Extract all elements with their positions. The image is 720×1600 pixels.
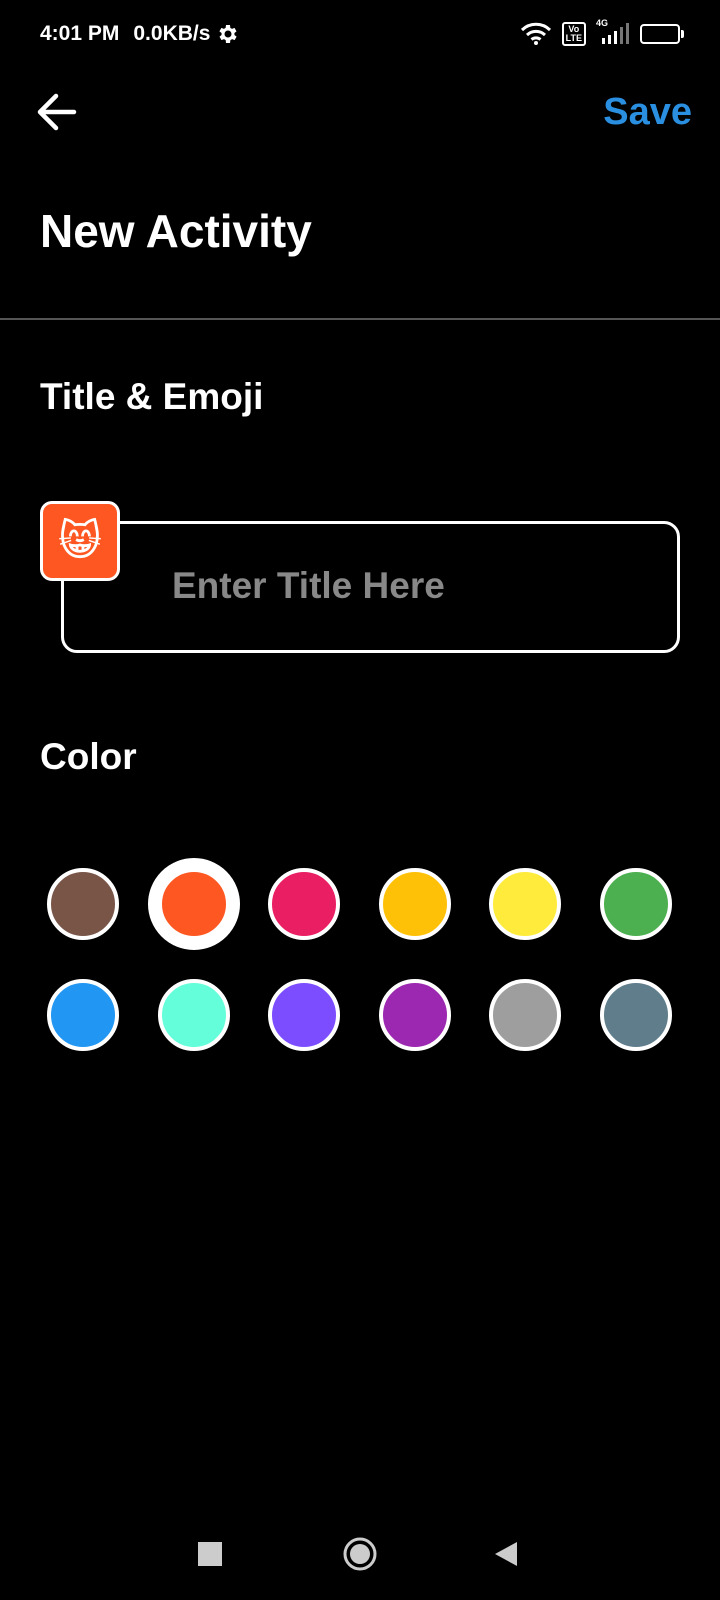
- volte-line2: LTE: [565, 33, 582, 43]
- color-swatch[interactable]: [378, 868, 451, 940]
- recents-button[interactable]: [180, 1524, 240, 1584]
- title-emoji-label: Title & Emoji: [40, 376, 264, 417]
- battery-tip: [681, 30, 684, 38]
- status-bar: 4:01 PM 0.0KB/s Vo LTE 4G 94: [0, 0, 720, 70]
- color-label: Color: [40, 736, 137, 777]
- square-recents-icon: [198, 1542, 222, 1566]
- battery-icon: 94: [640, 24, 684, 44]
- gear-icon: [219, 25, 238, 43]
- status-right: Vo LTE 4G 94: [510, 18, 684, 46]
- color-swatch[interactable]: [268, 868, 341, 940]
- network-speed: 0.0KB/s: [133, 22, 211, 45]
- battery-body: 94: [640, 24, 680, 44]
- signal-icon: 4G: [596, 18, 630, 46]
- color-swatch[interactable]: [47, 868, 119, 940]
- color-swatch[interactable]: [489, 868, 562, 940]
- color-swatch[interactable]: [600, 979, 672, 1051]
- wifi-icon: [520, 22, 551, 45]
- color-swatch[interactable]: [47, 979, 119, 1051]
- new-activity-screen: 4:01 PM 0.0KB/s Vo LTE 4G 94 Save New Ac…: [0, 0, 720, 1600]
- page-title: New Activity: [40, 205, 312, 257]
- color-swatch-selected[interactable]: [147, 858, 240, 950]
- home-button[interactable]: [330, 1524, 390, 1584]
- color-swatch[interactable]: [600, 868, 672, 940]
- color-swatch[interactable]: [489, 979, 562, 1051]
- emoji-picker-button[interactable]: 😸: [40, 501, 120, 581]
- status-time: 4:01 PM: [40, 22, 120, 45]
- header-divider: [0, 318, 720, 320]
- color-swatch[interactable]: [268, 979, 341, 1051]
- status-left: 4:01 PM 0.0KB/s: [40, 22, 240, 46]
- volte-icon: Vo LTE: [561, 22, 586, 46]
- arrow-left-icon: [37, 93, 77, 131]
- nav-back-button[interactable]: [476, 1524, 536, 1584]
- title-input[interactable]: [172, 548, 652, 624]
- color-swatch[interactable]: [378, 979, 451, 1051]
- color-swatch[interactable]: [157, 979, 230, 1051]
- save-button[interactable]: Save: [603, 86, 692, 138]
- back-button[interactable]: [30, 86, 82, 138]
- circle-home-icon: [343, 1537, 377, 1571]
- triangle-back-icon: [495, 1542, 517, 1566]
- title-input-container: [61, 521, 680, 653]
- grinning-cat-emoji-icon: 😸: [58, 517, 102, 564]
- battery-level-text: 94: [652, 26, 668, 41]
